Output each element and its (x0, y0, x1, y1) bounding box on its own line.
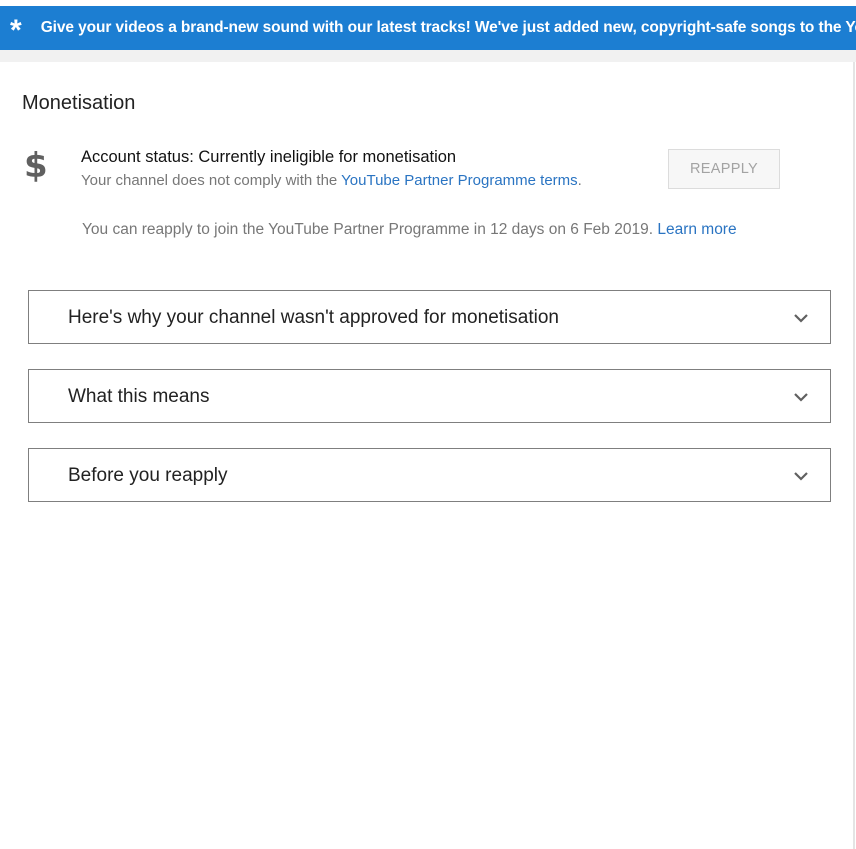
accordion-what-this-means[interactable]: What this means (28, 369, 831, 423)
compliance-prefix: Your channel does not comply with the (81, 172, 342, 189)
reapply-button[interactable]: REAPPLY (668, 149, 780, 189)
chevron-down-icon (794, 393, 808, 402)
accordion-label: Before you reapply (68, 465, 228, 486)
accordion-before-you-reapply[interactable]: Before you reapply (28, 448, 831, 502)
page-title: Monetisation (22, 92, 136, 114)
reapply-info-text: You can reapply to join the YouTube Part… (82, 221, 658, 238)
accordion-why-not-approved[interactable]: Here's why your channel wasn't approved … (28, 290, 831, 344)
compliance-suffix: . (577, 172, 582, 189)
chevron-down-icon (794, 314, 808, 323)
dollar-icon: $ (24, 146, 48, 186)
accordion-label: What this means (68, 386, 210, 407)
chevron-down-icon (794, 472, 808, 481)
announcement-banner[interactable]: * Give your videos a brand-new sound wit… (0, 6, 856, 50)
banner-separator (0, 50, 856, 62)
account-status: Account status: Currently ineligible for… (81, 148, 457, 166)
accordion-label: Here's why your channel wasn't approved … (68, 307, 559, 328)
compliance-message: Your channel does not comply with the Yo… (81, 172, 582, 189)
partner-terms-link[interactable]: YouTube Partner Programme terms (341, 172, 578, 189)
reapply-info: You can reapply to join the YouTube Part… (82, 221, 737, 239)
learn-more-link[interactable]: Learn more (657, 221, 736, 238)
monetisation-panel: Monetisation $ Account status: Currently… (0, 62, 855, 849)
banner-text: Give your videos a brand-new sound with … (40, 19, 856, 36)
asterisk-icon: * (10, 14, 22, 47)
